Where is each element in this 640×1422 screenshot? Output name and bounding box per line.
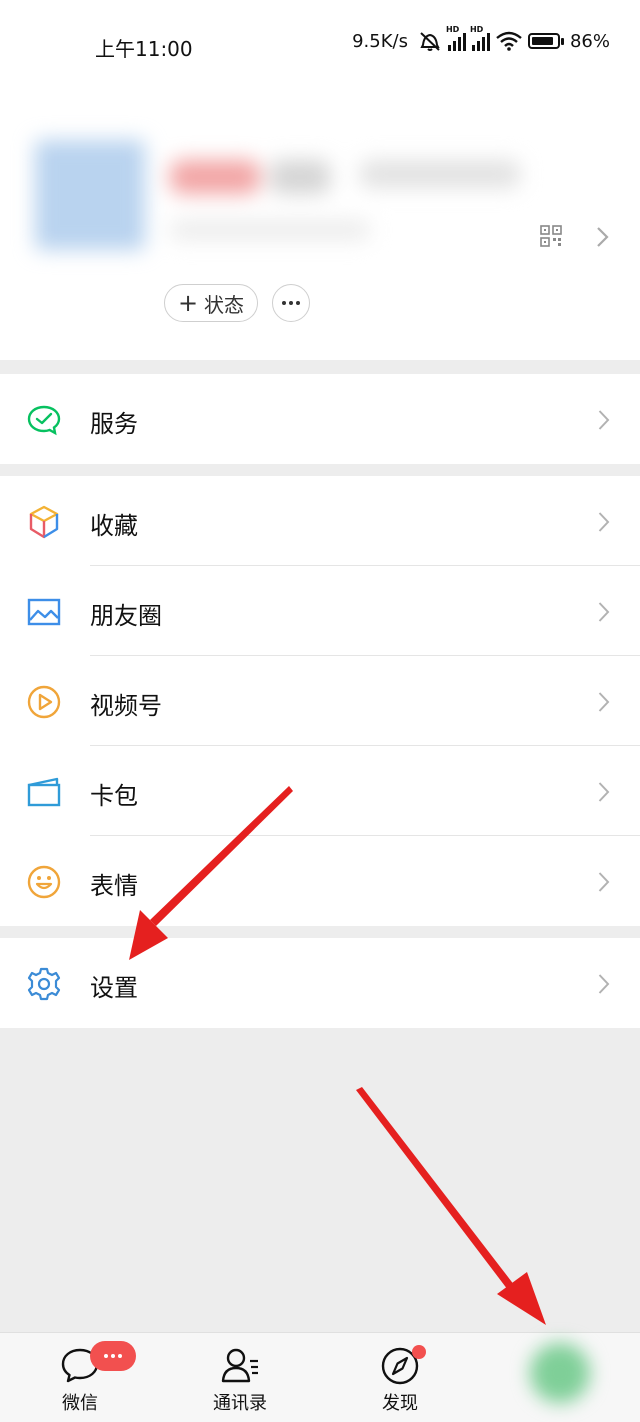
- avatar: [35, 140, 145, 250]
- chevron-right-icon: [598, 974, 610, 994]
- tab-me[interactable]: [500, 1333, 620, 1422]
- status-time: 上午11:00: [95, 37, 193, 61]
- hd-tag-2: HD: [469, 25, 484, 34]
- tab-label-discover: 发现: [382, 1393, 418, 1414]
- chevron-right-icon: [598, 872, 610, 892]
- alarm-off-icon: [420, 32, 440, 51]
- chevron-right-icon: [598, 782, 610, 802]
- play-icon: [26, 684, 62, 720]
- blurred-profile-info: [30, 130, 530, 270]
- battery-percent: 86%: [569, 30, 610, 52]
- menu-label-cards: 卡包: [90, 782, 138, 810]
- me-icon: [530, 1343, 590, 1403]
- battery-icon: [527, 33, 564, 49]
- menu-label-services: 服务: [90, 410, 138, 438]
- menu-item-cards[interactable]: 卡包: [0, 746, 640, 836]
- settings-section: 设置: [0, 938, 640, 1028]
- signal-icon-2: HD: [470, 25, 490, 51]
- unread-badge: [90, 1341, 136, 1371]
- menu-label-moments: 朋友圈: [90, 602, 162, 630]
- wallet-icon: [26, 774, 62, 810]
- wechat-pay-icon: [26, 402, 62, 438]
- tab-contacts[interactable]: 通讯录: [180, 1333, 300, 1422]
- hd-tag: HD: [445, 25, 460, 34]
- menu-item-favorites[interactable]: 收藏: [0, 476, 640, 566]
- smiley-icon: [26, 864, 62, 900]
- wifi-icon: [496, 31, 522, 51]
- gear-icon: [26, 966, 62, 1002]
- status-label: 状态: [204, 292, 245, 317]
- menu-item-moments[interactable]: 朋友圈: [0, 566, 640, 656]
- menu-label-channels: 视频号: [90, 692, 162, 720]
- chevron-right-icon: [598, 692, 610, 712]
- notification-dot: [412, 1345, 426, 1359]
- network-speed: 9.5K/s: [352, 30, 408, 52]
- qr-code-icon[interactable]: [540, 225, 562, 247]
- add-status-button[interactable]: + 状态: [164, 284, 258, 322]
- menu-label-settings: 设置: [90, 974, 138, 1002]
- status-indicators: 9.5K/s HD HD 86%: [352, 25, 610, 52]
- tab-label-contacts: 通讯录: [213, 1393, 267, 1414]
- chevron-right-icon: [597, 227, 609, 247]
- menu-item-channels[interactable]: 视频号: [0, 656, 640, 746]
- menu-item-services[interactable]: 服务: [0, 374, 640, 464]
- menu-label-favorites: 收藏: [90, 512, 138, 540]
- tab-label-chats: 微信: [62, 1393, 98, 1414]
- bottom-nav: 微信 通讯录 发现: [0, 1332, 640, 1422]
- menu-item-settings[interactable]: 设置: [0, 938, 640, 1028]
- plus-icon: +: [177, 289, 199, 317]
- services-section: 服务: [0, 374, 640, 464]
- menu-item-stickers[interactable]: 表情: [0, 836, 640, 926]
- menu-label-stickers: 表情: [90, 872, 138, 900]
- chevron-right-icon: [598, 602, 610, 622]
- picture-icon: [26, 594, 62, 630]
- status-bar: 上午11:00 9.5K/s HD HD 86%: [0, 0, 640, 90]
- cube-icon: [26, 504, 62, 540]
- signal-icon: HD: [446, 25, 466, 51]
- chevron-right-icon: [598, 512, 610, 532]
- tab-discover[interactable]: 发现: [340, 1333, 460, 1422]
- features-section: 收藏 朋友圈 视频号 卡包 表情: [0, 476, 640, 926]
- more-button[interactable]: [272, 284, 310, 322]
- contacts-icon: [221, 1348, 258, 1383]
- chevron-right-icon: [598, 410, 610, 430]
- profile-card[interactable]: + 状态: [0, 90, 640, 360]
- arrow-to-me-tab: [356, 1087, 546, 1325]
